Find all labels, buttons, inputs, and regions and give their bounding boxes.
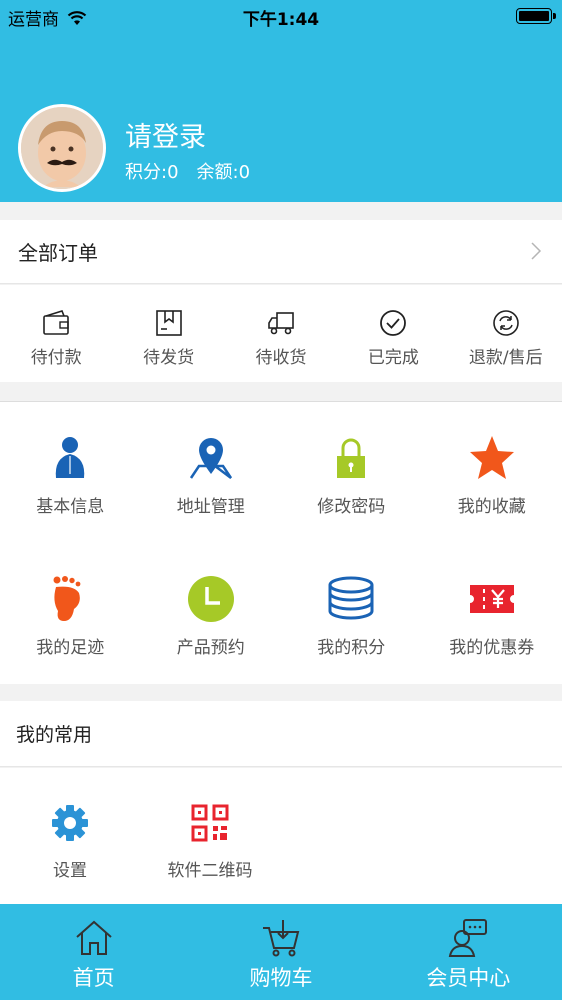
feature-label: 我的积分 xyxy=(317,638,386,658)
common-label: 软件二维码 xyxy=(167,861,253,881)
feature-label: 我的优惠券 xyxy=(449,638,535,658)
check-circle-icon xyxy=(380,310,407,336)
order-status-label: 已完成 xyxy=(367,348,419,368)
baby-avatar-image xyxy=(21,107,103,189)
tab-cart[interactable]: 购物车 xyxy=(187,904,374,1000)
wallet-icon xyxy=(43,310,69,335)
common-label: 设置 xyxy=(53,861,87,881)
lock-icon xyxy=(337,438,366,478)
qr-code-icon xyxy=(191,804,229,842)
bottom-tab-bar: 首页 购物车 会员中心 xyxy=(0,904,562,1000)
user-icon xyxy=(56,437,85,478)
feature-label: 产品预约 xyxy=(176,638,245,658)
order-status-label: 待收货 xyxy=(255,348,307,368)
coin-stack-icon xyxy=(328,576,374,620)
feature-label: 基本信息 xyxy=(36,497,105,517)
feature-label: 我的足迹 xyxy=(36,638,105,658)
tab-home[interactable]: 首页 xyxy=(0,904,187,1000)
feature-reservation[interactable]: 产品预约 xyxy=(141,543,282,684)
common-qr-code[interactable]: 软件二维码 xyxy=(140,768,280,904)
tab-label: 会员中心 xyxy=(426,966,511,990)
feature-label: 我的收藏 xyxy=(457,497,526,517)
feature-password[interactable]: 修改密码 xyxy=(281,402,422,543)
feature-coupons[interactable]: 我的优惠券 xyxy=(422,543,562,684)
feature-favorites[interactable]: 我的收藏 xyxy=(422,402,562,543)
refund-icon xyxy=(492,310,519,336)
common-settings[interactable]: 设置 xyxy=(0,768,140,904)
order-status-completed[interactable]: 已完成 xyxy=(337,285,449,382)
coupon-icon xyxy=(469,585,514,613)
common-section-title: 我的常用 xyxy=(0,701,562,767)
footprint-icon xyxy=(53,576,81,621)
login-link[interactable]: 请登录 xyxy=(125,115,206,154)
common-grid: 设置 软件二维码 xyxy=(0,768,562,904)
feature-address[interactable]: 地址管理 xyxy=(141,402,282,543)
feature-label: 地址管理 xyxy=(176,497,245,517)
account-stats: 积分:0 余额:0 xyxy=(125,158,250,184)
star-icon xyxy=(469,436,514,479)
profile-header: 运营商 下午1:44 请登录 积分:0 余额:0 xyxy=(0,0,562,202)
cart-icon xyxy=(262,920,300,957)
order-status-label: 待付款 xyxy=(30,348,82,368)
tab-label: 首页 xyxy=(72,966,115,990)
order-status-pending-shipment[interactable]: 待发货 xyxy=(112,285,224,382)
order-status-refund[interactable]: 退款/售后 xyxy=(450,285,562,382)
order-status-pending-payment[interactable]: 待付款 xyxy=(0,285,112,382)
gear-icon xyxy=(52,805,88,841)
order-status-label: 待发货 xyxy=(143,348,195,368)
order-status-pending-receipt[interactable]: 待收货 xyxy=(225,285,337,382)
member-icon xyxy=(449,919,488,957)
package-icon xyxy=(155,310,182,336)
feature-points[interactable]: 我的积分 xyxy=(281,543,422,684)
feature-grid: 基本信息 地址管理 修改密码 我的收藏 我的足迹 产品预约 我的积分 我的优惠券 xyxy=(0,401,562,684)
feature-basic-info[interactable]: 基本信息 xyxy=(0,402,141,543)
order-status-bar: 待付款 待发货 待收货 已完成 退款/售后 xyxy=(0,285,562,382)
member-center-page: 运营商 下午1:44 请登录 积分:0 余额:0 全部订单 待付款 待发货 待收… xyxy=(0,0,562,1000)
truck-icon xyxy=(268,312,294,335)
clock-icon xyxy=(187,576,234,622)
feature-footprints[interactable]: 我的足迹 xyxy=(0,543,141,684)
home-icon xyxy=(75,920,112,955)
tab-member-center[interactable]: 会员中心 xyxy=(375,904,562,1000)
points-label: 积分:0 xyxy=(125,162,179,183)
balance-label: 余额:0 xyxy=(196,162,251,183)
all-orders-label: 全部订单 xyxy=(18,241,98,265)
clock: 下午1:44 xyxy=(242,10,320,30)
location-pin-icon xyxy=(189,438,232,479)
avatar[interactable] xyxy=(18,104,106,192)
status-bar: 运营商 下午1:44 xyxy=(0,0,562,32)
order-status-label: 退款/售后 xyxy=(468,348,543,368)
tab-label: 购物车 xyxy=(249,966,313,990)
all-orders-row[interactable]: 全部订单 xyxy=(0,220,562,284)
feature-label: 修改密码 xyxy=(317,497,386,517)
chevron-right-icon xyxy=(531,242,542,260)
battery-icon xyxy=(516,8,556,24)
